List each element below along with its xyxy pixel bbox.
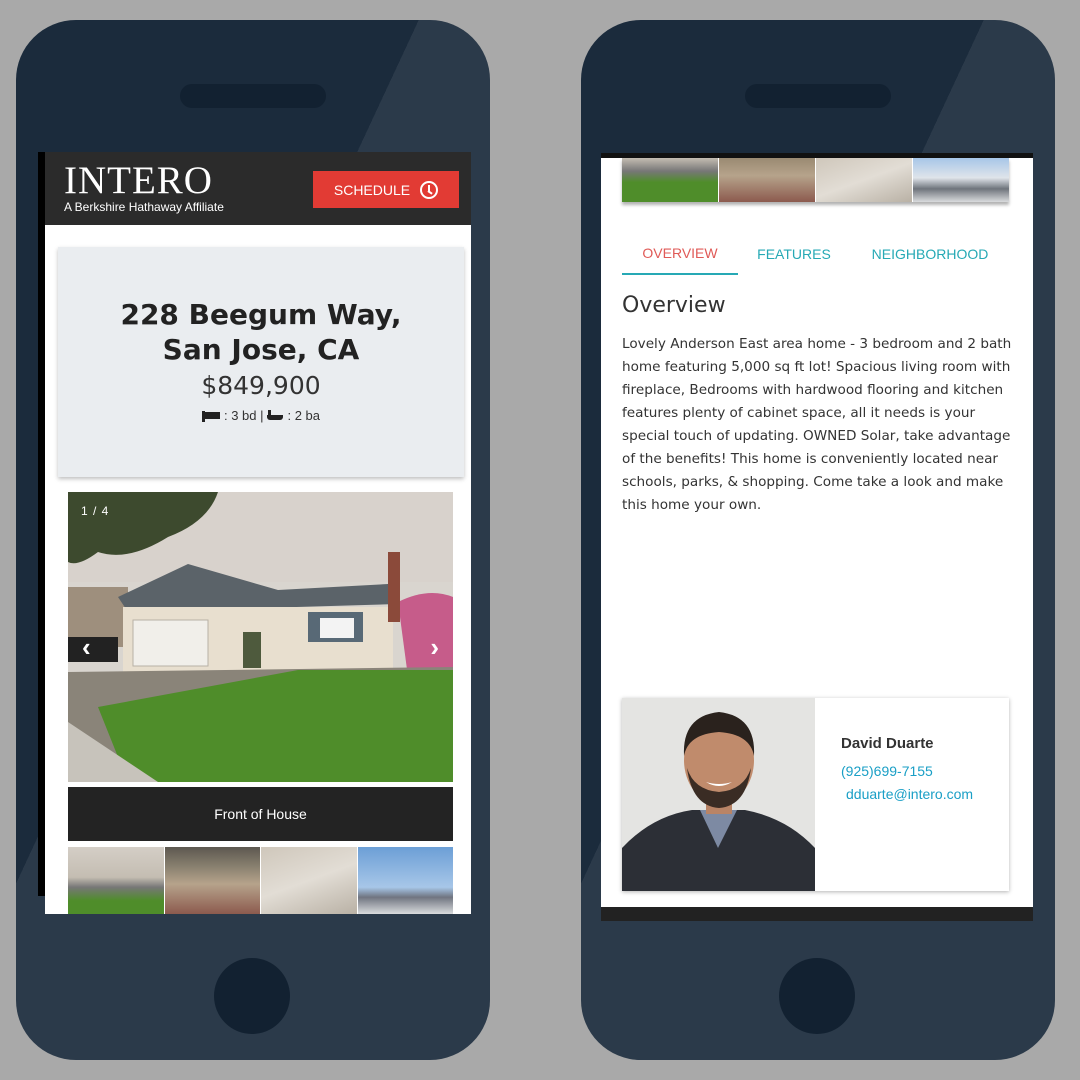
house-photo xyxy=(68,492,453,782)
photo-caption: Front of House xyxy=(68,787,453,841)
intero-logo[interactable]: INTERO xyxy=(64,158,213,203)
logo-tagline: A Berkshire Hathaway Affiliate xyxy=(64,200,224,214)
phone-speaker xyxy=(745,84,891,108)
clock-icon xyxy=(420,180,439,199)
schedule-button[interactable]: SCHEDULE xyxy=(313,171,459,208)
bathtub-icon xyxy=(267,409,284,422)
listing-price: $849,900 xyxy=(201,371,321,400)
overview-heading: Overview xyxy=(622,293,726,318)
agent-photo xyxy=(622,698,815,891)
bed-bath-summary: : 3 bd | : 2 ba xyxy=(58,408,464,423)
left-phone-screen: INTERO A Berkshire Hathaway Affiliate SC… xyxy=(45,152,471,914)
listing-tabs: OVERVIEW FEATURES NEIGHBORHOOD xyxy=(622,233,1010,275)
right-phone-frame: OVERVIEW FEATURES NEIGHBORHOOD Overview … xyxy=(581,20,1055,1060)
thumbnail-interior[interactable] xyxy=(261,847,357,914)
tab-neighborhood[interactable]: NEIGHBORHOOD xyxy=(850,233,1010,275)
right-phone-screen: OVERVIEW FEATURES NEIGHBORHOOD Overview … xyxy=(601,153,1033,921)
schedule-label: SCHEDULE xyxy=(333,181,411,198)
site-header: INTERO A Berkshire Hathaway Affiliate SC… xyxy=(45,152,471,225)
photo-counter: 1 / 4 xyxy=(81,504,110,518)
thumbnail-strip xyxy=(622,158,1009,202)
previous-photo-arrow[interactable]: ‹ xyxy=(82,632,91,663)
beds-text: : 3 bd | xyxy=(223,408,264,423)
agent-phone-link[interactable]: (925)699-7155 xyxy=(841,763,933,779)
phone-home-button xyxy=(779,958,855,1034)
overview-description: Lovely Anderson East area home - 3 bedro… xyxy=(622,336,1012,513)
listing-summary-card: 228 Beegum Way, San Jose, CA $849,900 : … xyxy=(58,247,464,477)
thumbnail-roof-solar[interactable] xyxy=(357,847,453,914)
thumbnail-front-of-house[interactable] xyxy=(68,847,164,914)
tab-features[interactable]: FEATURES xyxy=(738,233,850,275)
thumbnail-interior[interactable] xyxy=(816,158,912,202)
thumbnail-strip xyxy=(68,847,453,914)
photo-carousel[interactable]: 1 / 4 ‹ › xyxy=(68,492,453,782)
agent-email-link[interactable]: dduarte@intero.com xyxy=(846,786,973,802)
next-photo-arrow[interactable]: › xyxy=(430,632,439,663)
thumbnail-backyard[interactable] xyxy=(719,158,815,202)
tab-overview[interactable]: OVERVIEW xyxy=(622,233,738,275)
baths-text: : 2 ba xyxy=(287,408,321,423)
thumbnail-front-of-house[interactable] xyxy=(622,158,718,202)
listing-address: 228 Beegum Way, San Jose, CA xyxy=(120,298,402,366)
bed-icon xyxy=(201,410,220,422)
agent-name: David Duarte xyxy=(841,735,934,752)
left-phone-frame: INTERO A Berkshire Hathaway Affiliate SC… xyxy=(16,20,490,1060)
thumbnail-roof-solar[interactable] xyxy=(913,158,1009,202)
footer-bar xyxy=(601,907,1033,921)
phone-speaker xyxy=(180,84,326,108)
thumbnail-backyard[interactable] xyxy=(164,847,260,914)
phone-home-button xyxy=(214,958,290,1034)
agent-card: David Duarte (925)699-7155 dduarte@inter… xyxy=(622,698,1009,891)
